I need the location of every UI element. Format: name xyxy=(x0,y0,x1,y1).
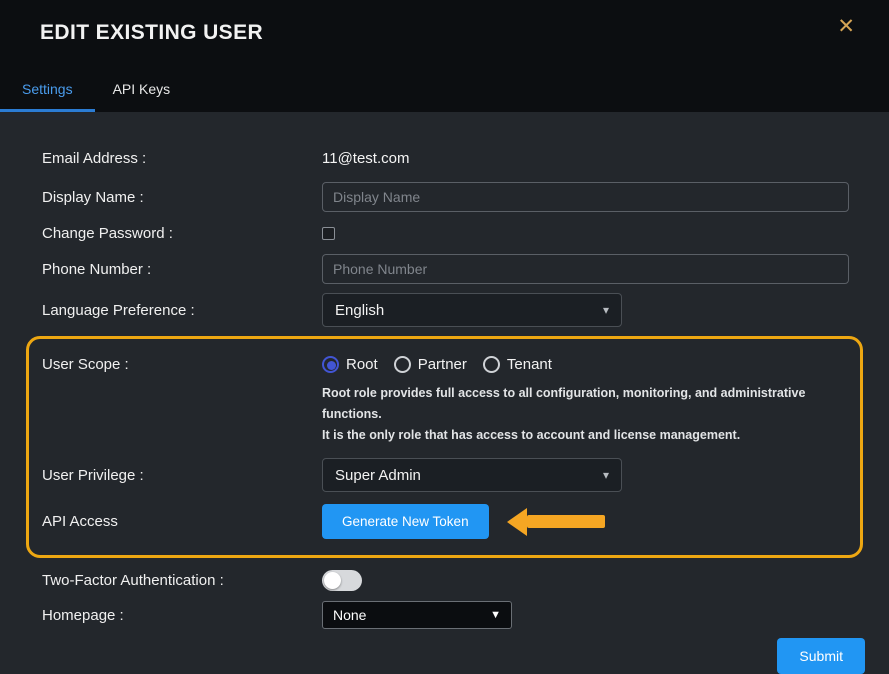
homepage-selected-value: None xyxy=(333,607,366,623)
chevron-down-icon: ▾ xyxy=(603,468,609,482)
user-scope-help-line1: Root role provides full access to all co… xyxy=(322,383,860,425)
two-factor-toggle[interactable] xyxy=(322,570,362,591)
phone-row: Phone Number : xyxy=(0,254,889,284)
phone-input[interactable] xyxy=(322,254,849,284)
user-scope-label: User Scope : xyxy=(42,356,322,373)
tab-bar: Settings API Keys xyxy=(0,66,889,112)
change-password-label: Change Password : xyxy=(42,225,322,242)
homepage-select[interactable]: None ▼ xyxy=(322,601,512,629)
radio-partner-icon xyxy=(394,356,411,373)
display-name-row: Display Name : xyxy=(0,182,889,212)
generate-new-token-button[interactable]: Generate New Token xyxy=(322,504,489,539)
tab-settings-label: Settings xyxy=(22,81,73,97)
tab-api-keys-label: API Keys xyxy=(113,81,171,97)
user-privilege-label: User Privilege : xyxy=(42,467,322,484)
radio-root-label: Root xyxy=(346,356,378,373)
form-body: Email Address : 11@test.com Display Name… xyxy=(0,112,889,674)
user-privilege-dropdown[interactable]: Super Admin ▾ xyxy=(322,458,622,492)
user-scope-radio-group: Root Partner Tenant xyxy=(322,356,860,373)
tab-api-keys[interactable]: API Keys xyxy=(95,66,189,112)
user-scope-help: Root role provides full access to all co… xyxy=(322,383,860,446)
api-access-row: API Access Generate New Token xyxy=(42,504,860,539)
user-scope-help-row: Root role provides full access to all co… xyxy=(42,383,860,446)
language-dropdown[interactable]: English ▾ xyxy=(322,293,622,327)
radio-tenant-icon xyxy=(483,356,500,373)
radio-option-root[interactable]: Root xyxy=(322,356,378,373)
change-password-checkbox[interactable] xyxy=(322,227,335,240)
annotation-arrow-left-icon xyxy=(507,508,605,536)
radio-root-selected-icon xyxy=(322,356,339,373)
radio-option-tenant[interactable]: Tenant xyxy=(483,356,552,373)
display-name-label: Display Name : xyxy=(42,189,322,206)
radio-tenant-label: Tenant xyxy=(507,356,552,373)
radio-partner-label: Partner xyxy=(418,356,467,373)
select-caret-icon: ▼ xyxy=(490,609,501,621)
page-title: EDIT EXISTING USER xyxy=(40,21,263,45)
change-password-row: Change Password : xyxy=(0,221,889,245)
tab-settings[interactable]: Settings xyxy=(0,66,95,112)
display-name-input[interactable] xyxy=(322,182,849,212)
user-privilege-selected-value: Super Admin xyxy=(335,467,421,484)
email-label: Email Address : xyxy=(42,150,322,167)
footer: Submit xyxy=(0,638,889,674)
homepage-row: Homepage : None ▼ xyxy=(0,601,889,629)
homepage-label: Homepage : xyxy=(42,607,322,624)
two-factor-label: Two-Factor Authentication : xyxy=(42,572,322,589)
language-selected-value: English xyxy=(335,302,384,319)
submit-button[interactable]: Submit xyxy=(777,638,865,674)
email-value: 11@test.com xyxy=(322,150,889,167)
language-row: Language Preference : English ▾ xyxy=(0,293,889,327)
email-row: Email Address : 11@test.com xyxy=(0,144,889,172)
phone-label: Phone Number : xyxy=(42,261,322,278)
user-privilege-row: User Privilege : Super Admin ▾ xyxy=(42,458,860,492)
toggle-knob xyxy=(324,572,341,589)
modal-header: EDIT EXISTING USER ✕ xyxy=(0,0,889,66)
close-icon[interactable]: ✕ xyxy=(837,16,855,37)
user-scope-row: User Scope : Root Partner Tenant xyxy=(42,349,860,379)
chevron-down-icon: ▾ xyxy=(603,303,609,317)
two-factor-row: Two-Factor Authentication : xyxy=(0,568,889,592)
annotation-highlight-box: User Scope : Root Partner Tenant xyxy=(26,336,863,558)
api-access-label: API Access xyxy=(42,513,322,530)
language-label: Language Preference : xyxy=(42,302,322,319)
radio-option-partner[interactable]: Partner xyxy=(394,356,467,373)
user-scope-help-line2: It is the only role that has access to a… xyxy=(322,425,860,446)
